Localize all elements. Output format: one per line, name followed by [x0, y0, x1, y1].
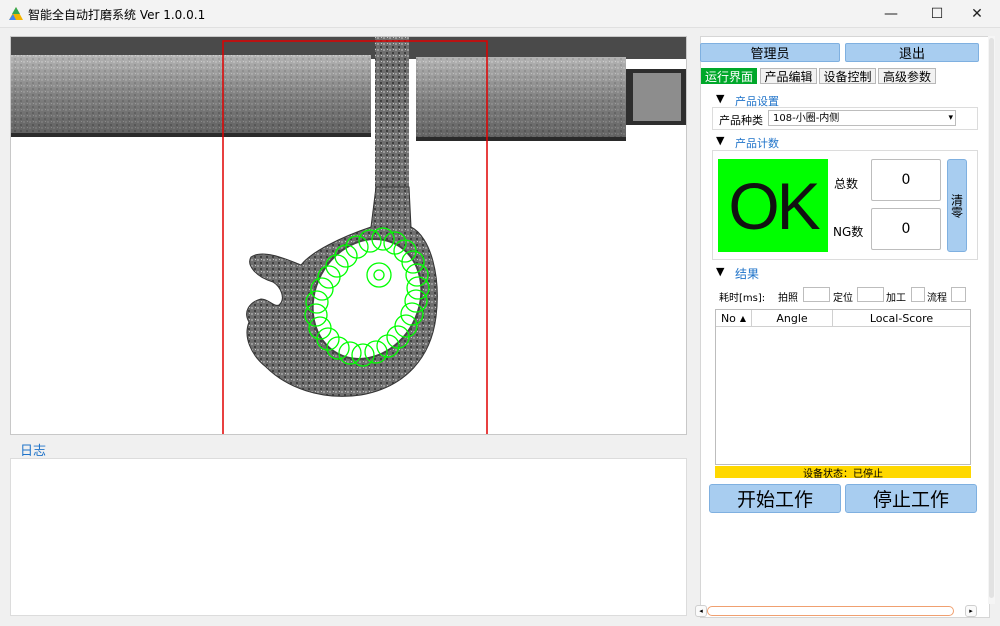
product-count-title: 产品计数 — [735, 137, 779, 150]
results-table[interactable]: No ▲ Angle Local-Score — [715, 309, 971, 465]
stop-work-button[interactable]: 停止工作 — [845, 484, 977, 513]
horizontal-scrollbar-thumb[interactable] — [707, 606, 954, 616]
flow-time-field — [951, 287, 966, 302]
app-logo-icon — [9, 7, 23, 20]
start-work-button[interactable]: 开始工作 — [709, 484, 841, 513]
horizontal-scrollbar[interactable]: ◂ ▸ — [695, 604, 988, 618]
tab-device-control[interactable]: 设备控制 — [819, 68, 876, 84]
ng-label: NG数 — [833, 225, 864, 239]
result-ok-indicator: OK — [718, 159, 828, 252]
product-type-label: 产品种类 — [719, 114, 763, 127]
total-count-field: 0 — [871, 159, 941, 201]
total-label: 总数 — [834, 177, 859, 191]
process-time-field — [911, 287, 925, 302]
product-type-select[interactable]: 108-小圈-内侧 ▾ — [768, 110, 956, 126]
exit-button[interactable]: 退出 — [845, 43, 979, 62]
column-header-no[interactable]: No ▲ — [716, 310, 752, 327]
window-title: 智能全自动打磨系统 Ver 1.0.0.1 — [28, 8, 206, 22]
product-type-value: 108-小圈-内侧 — [773, 113, 840, 124]
locate-time-field — [857, 287, 884, 302]
vertical-scrollbar[interactable] — [988, 36, 995, 604]
camera-image — [11, 37, 686, 434]
locate-label: 定位 — [833, 293, 853, 304]
chevron-down-icon: ▾ — [948, 113, 953, 123]
collapse-triangle-icon[interactable]: ▼ — [716, 134, 724, 147]
tab-advanced-params[interactable]: 高级参数 — [878, 68, 936, 84]
device-status-bar: 设备状态：已停止 — [715, 466, 971, 480]
ng-count-field: 0 — [871, 208, 941, 250]
time-label: 耗时[ms]: — [719, 293, 766, 304]
collapse-triangle-icon[interactable]: ▼ — [716, 265, 724, 278]
collapse-triangle-icon[interactable]: ▼ — [716, 92, 724, 105]
column-header-angle[interactable]: Angle — [752, 310, 833, 327]
sort-asc-icon: ▲ — [739, 313, 747, 323]
minimize-button[interactable]: — — [868, 0, 914, 28]
scroll-right-icon[interactable]: ▸ — [965, 605, 977, 617]
column-header-label: No — [720, 311, 736, 325]
tab-run[interactable]: 运行界面 — [701, 68, 757, 84]
capture-label: 拍照 — [778, 293, 798, 304]
flow-label: 流程 — [927, 293, 947, 304]
admin-button[interactable]: 管理员 — [700, 43, 840, 62]
process-label: 加工 — [886, 293, 906, 304]
log-output[interactable] — [10, 458, 687, 616]
column-header-local-score[interactable]: Local-Score — [833, 310, 970, 327]
log-title: 日志 — [20, 444, 47, 459]
results-title: 结果 — [735, 267, 760, 281]
scroll-left-icon[interactable]: ◂ — [695, 605, 707, 617]
capture-time-field — [803, 287, 830, 302]
tab-product-edit[interactable]: 产品编辑 — [760, 68, 817, 84]
clear-count-button[interactable]: 清零 — [947, 159, 967, 252]
vertical-scrollbar-thumb[interactable] — [989, 38, 994, 598]
close-button[interactable]: ✕ — [954, 0, 1000, 28]
camera-image-viewer[interactable] — [10, 36, 687, 435]
